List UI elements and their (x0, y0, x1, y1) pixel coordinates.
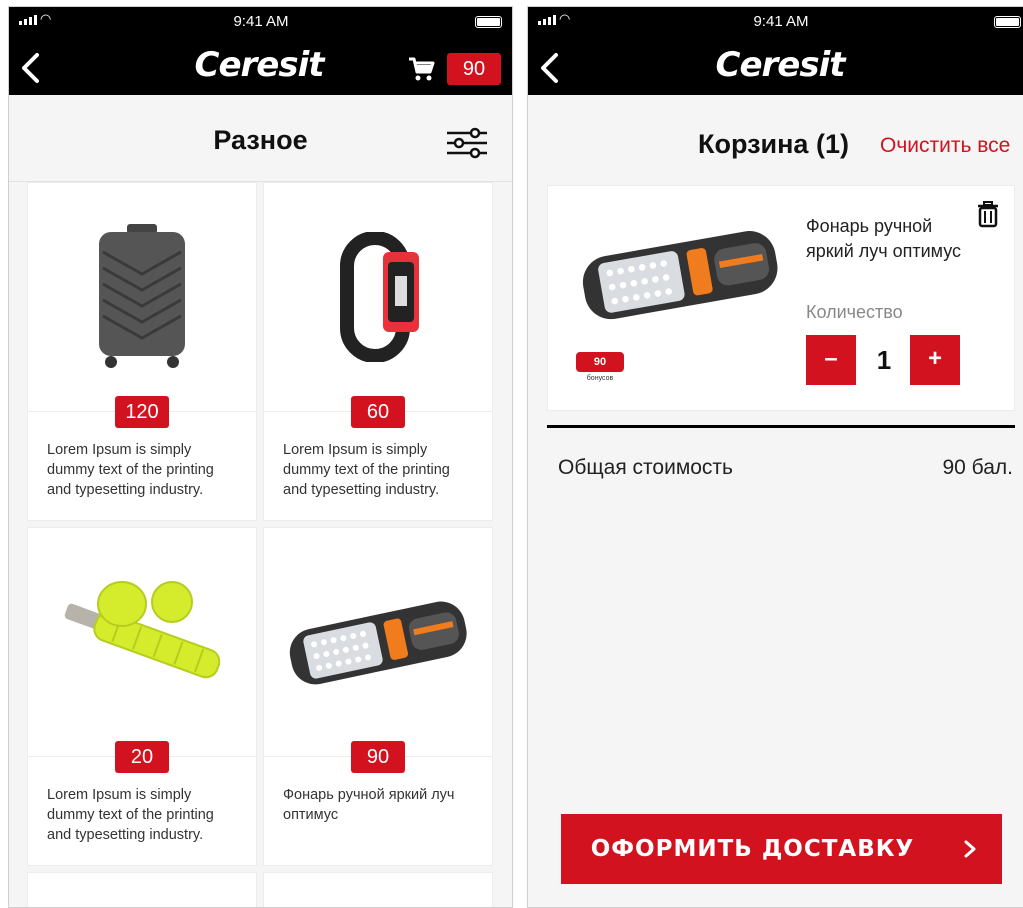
quantity-label: Количество (806, 302, 903, 322)
catalog-screen: ◠ 9:41 AM Ceresit 90 Разное 120 Lorem Ip… (8, 6, 513, 908)
battery-icon (994, 16, 1021, 28)
product-image-flashlight (264, 528, 492, 756)
cart-item-name: Фонарь ручной яркий луч оптимус (806, 216, 962, 261)
trash-icon[interactable] (976, 200, 1000, 228)
product-image-flashlight (576, 208, 784, 340)
product-description: Lorem Ipsum is simply dummy text of the … (283, 442, 450, 498)
brand-logo: Ceresit (715, 45, 846, 85)
wifi-icon: ◠ (559, 11, 571, 26)
cart-count-badge[interactable]: 90 (447, 53, 501, 85)
price-badge: 90 (351, 741, 405, 773)
product-card[interactable]: 120 Lorem Ipsum is simply dummy text of … (27, 182, 257, 521)
bonus-label: бонусов (586, 375, 614, 382)
signal-icon (19, 15, 37, 25)
quantity-decrease-button[interactable]: – (806, 335, 856, 385)
product-card[interactable] (263, 872, 493, 907)
checkout-button[interactable]: ОФОРМИТЬ ДОСТАВКУ (561, 814, 1002, 884)
product-description: Фонарь ручной яркий луч оптимус (283, 787, 455, 823)
wifi-icon: ◠ (40, 11, 52, 26)
bonus-badge: 90 (576, 352, 624, 372)
total-value: 90 бал. (942, 456, 1013, 479)
total-label: Общая стоимость (558, 456, 733, 479)
quantity-increase-button[interactable]: + (910, 335, 960, 385)
checkout-label: ОФОРМИТЬ ДОСТАВКУ (590, 836, 915, 862)
cart-screen: ◠ 9:41 AM Ceresit Корзина (1) Очистить в… (527, 6, 1023, 908)
back-button[interactable] (19, 51, 41, 85)
signal-icon (538, 15, 556, 25)
product-image-ankle-weights (28, 528, 256, 756)
total-divider (547, 425, 1015, 428)
product-card[interactable]: 20 Lorem Ipsum is simply dummy text of t… (27, 527, 257, 866)
status-time: 9:41 AM (233, 13, 289, 30)
page-title: Разное (213, 125, 308, 155)
price-badge: 20 (115, 741, 169, 773)
product-card[interactable]: 90 Фонарь ручной яркий луч оптимус (263, 527, 493, 866)
price-badge: 60 (351, 396, 405, 428)
chevron-right-icon (964, 840, 976, 858)
filter-button[interactable] (445, 125, 489, 161)
cart-item: 90 бонусов Фонарь ручной яркий луч оптим… (547, 185, 1015, 411)
product-card[interactable]: 60 Lorem Ipsum is simply dummy text of t… (263, 182, 493, 521)
brand-logo: Ceresit (194, 45, 325, 85)
product-description: Lorem Ipsum is simply dummy text of the … (47, 442, 214, 498)
cart-icon[interactable] (407, 55, 435, 83)
product-card[interactable] (27, 872, 257, 907)
product-image-suitcase (28, 183, 256, 411)
cart-title: Корзина (1) (698, 129, 849, 159)
price-badge: 120 (115, 396, 169, 428)
app-header: ◠ 9:41 AM Ceresit (528, 7, 1023, 95)
status-time: 9:41 AM (753, 13, 809, 30)
product-description: Lorem Ipsum is simply dummy text of the … (47, 787, 214, 843)
clear-all-link[interactable]: Очистить все (880, 134, 1010, 158)
product-image-fitness-band (264, 183, 492, 411)
quantity-value: 1 (876, 345, 892, 375)
back-button[interactable] (538, 51, 560, 85)
app-header: ◠ 9:41 AM Ceresit 90 (9, 7, 512, 95)
battery-icon (475, 16, 502, 28)
